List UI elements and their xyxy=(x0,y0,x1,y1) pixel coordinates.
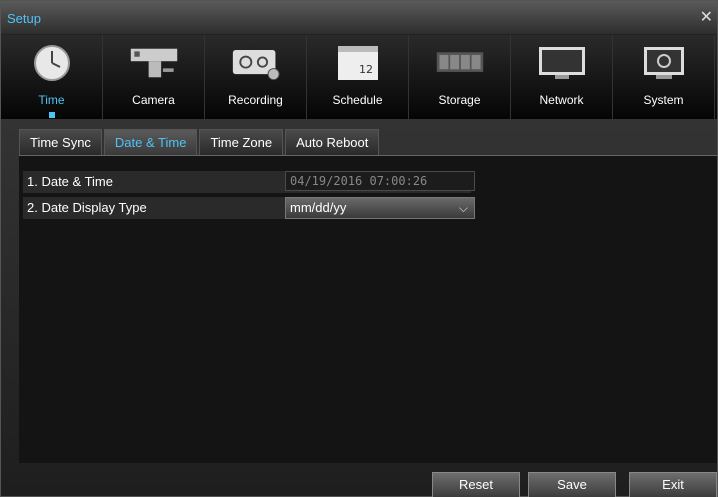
tab-auto-reboot[interactable]: Auto Reboot xyxy=(285,129,380,155)
menu-item-camera[interactable]: Camera xyxy=(103,35,205,119)
date-time-label: 1. Date & Time xyxy=(27,174,113,189)
clock-icon xyxy=(27,43,77,83)
menu-item-label: System xyxy=(643,93,684,107)
menu-item-label: Time xyxy=(38,93,65,107)
tab-bar: Time Sync Date & Time Time Zone Auto Reb… xyxy=(19,129,380,155)
save-button[interactable]: Save xyxy=(528,472,616,497)
calendar-day: 12 xyxy=(359,63,373,76)
date-display-select[interactable]: mm/dd/yy ⌵ xyxy=(285,197,475,219)
tab-date-time[interactable]: Date & Time xyxy=(103,129,198,155)
menu-item-schedule[interactable]: 12 Schedule xyxy=(307,35,409,119)
menu-item-label: Storage xyxy=(438,93,481,107)
active-indicator xyxy=(48,112,55,118)
menu-item-storage[interactable]: Storage xyxy=(409,35,511,119)
title-bar: Setup ✕ xyxy=(1,1,717,35)
chevron-down-icon: ⌵ xyxy=(458,201,468,215)
tab-time-sync[interactable]: Time Sync xyxy=(19,129,102,155)
monitor-icon xyxy=(537,43,587,83)
menu-item-system[interactable]: System xyxy=(613,35,715,119)
calendar-icon: 12 xyxy=(333,43,383,83)
settings-panel: 1. Date & Time 04/19/2016 07:00:26 2. Da… xyxy=(19,155,717,463)
window-title: Setup xyxy=(7,11,41,26)
menu-item-recording[interactable]: Recording xyxy=(205,35,307,119)
menu-item-label: Camera xyxy=(132,93,175,107)
date-display-value: mm/dd/yy xyxy=(290,200,347,215)
setup-window: Setup ✕ Time Camera Recording 12 Schedul… xyxy=(0,0,718,497)
camera-icon xyxy=(129,43,179,83)
tab-time-zone[interactable]: Time Zone xyxy=(199,129,284,155)
system-gear-icon xyxy=(639,43,689,83)
menu-item-label: Network xyxy=(539,93,584,107)
reset-button[interactable]: Reset xyxy=(432,472,520,497)
close-icon[interactable]: ✕ xyxy=(700,7,713,27)
date-time-field[interactable]: 04/19/2016 07:00:26 xyxy=(285,171,475,191)
menu-item-label: Schedule xyxy=(332,93,383,107)
setup-menu-bar: Time Camera Recording 12 Schedule Storag… xyxy=(1,35,717,119)
date-display-label: 2. Date Display Type xyxy=(27,200,147,215)
storage-icon xyxy=(435,43,485,83)
recording-icon xyxy=(231,43,281,83)
menu-item-time[interactable]: Time xyxy=(1,35,103,119)
exit-button[interactable]: Exit xyxy=(629,472,717,497)
menu-item-label: Recording xyxy=(228,93,283,107)
menu-item-network[interactable]: Network xyxy=(511,35,613,119)
